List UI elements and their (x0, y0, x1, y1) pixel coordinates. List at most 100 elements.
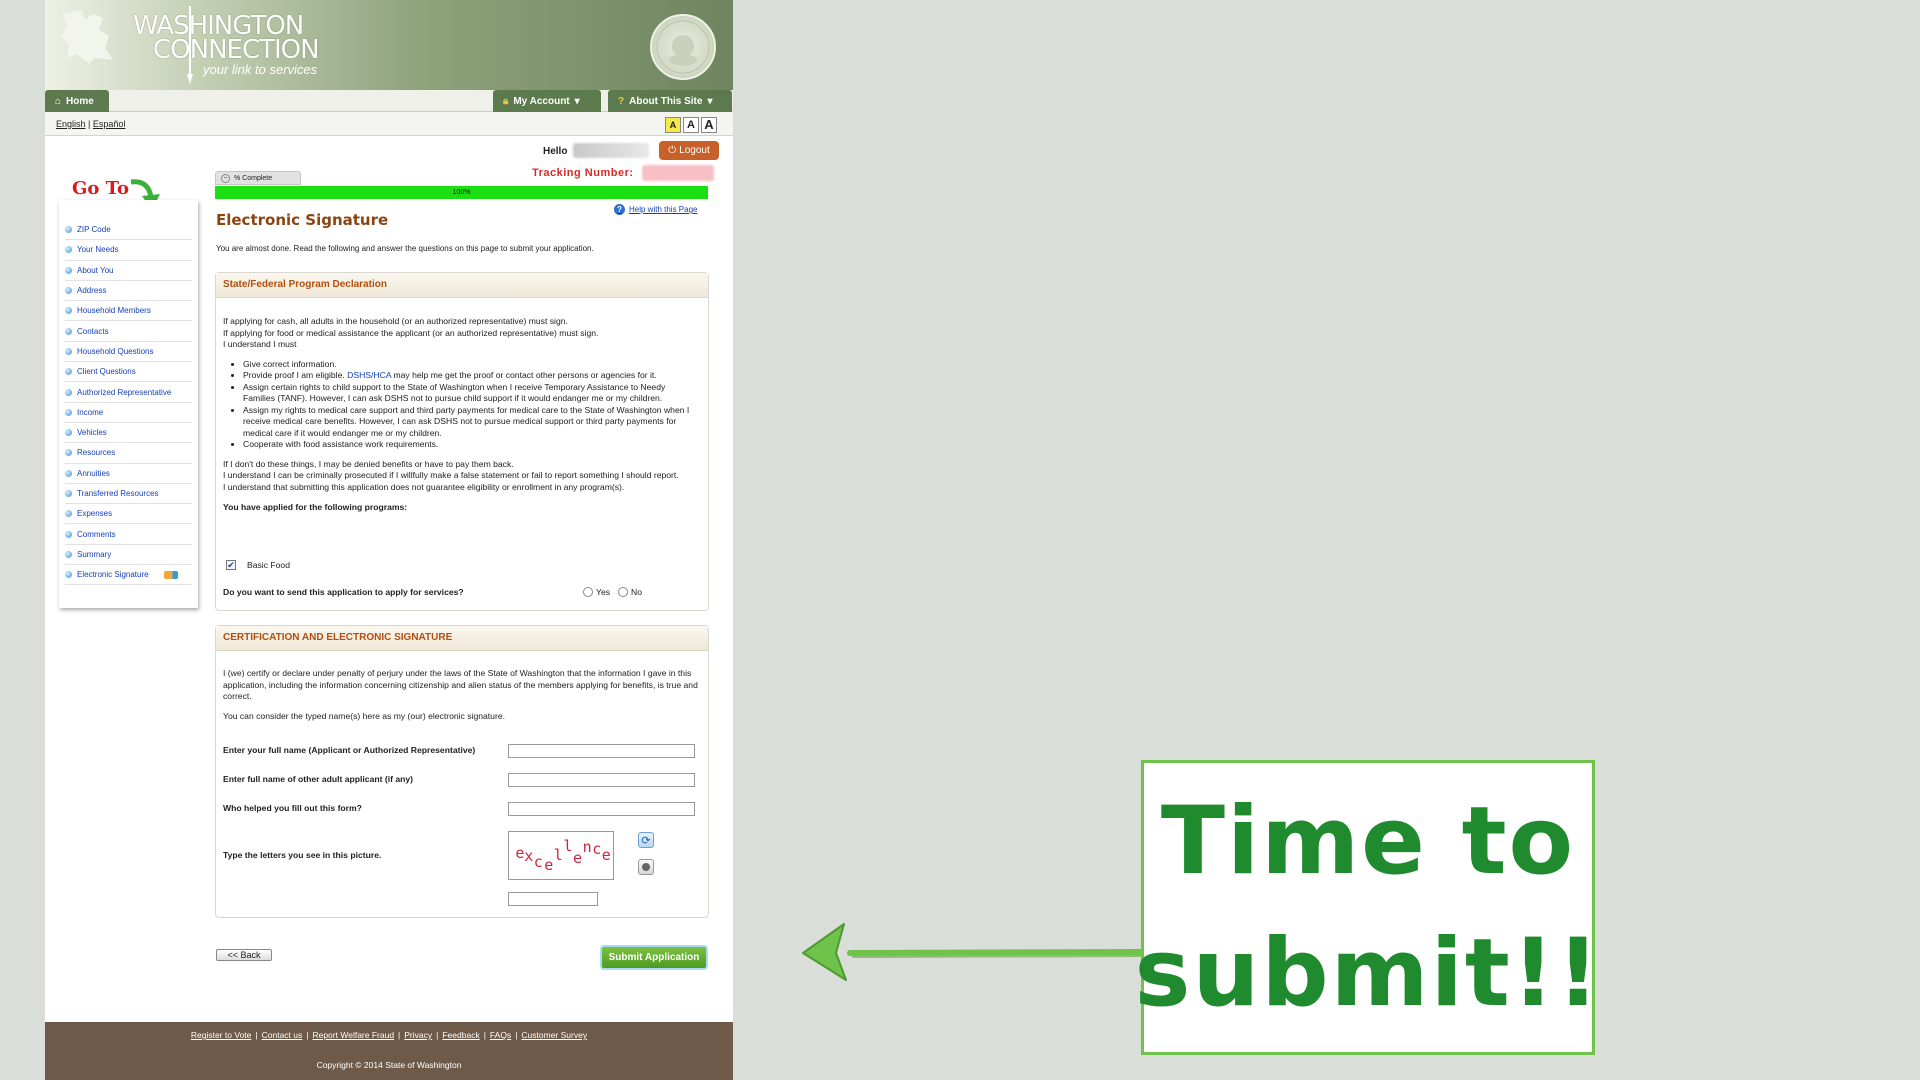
captcha-label: Type the letters you see in this picture… (223, 850, 382, 860)
sidebar-item-label: Client Questions (77, 367, 136, 377)
callout-line-1: Time to (1160, 786, 1576, 896)
font-size-large-button[interactable]: A (701, 117, 717, 133)
captcha-letter: e (544, 856, 554, 874)
bullet-icon (65, 266, 72, 274)
lang-english-link[interactable]: English (56, 119, 86, 129)
nav-about[interactable]: ? About This Site ▾ (608, 90, 732, 112)
footer-link[interactable]: Report Welfare Fraud (312, 1030, 394, 1040)
pointing-arrow-icon (802, 923, 1145, 981)
radio-no[interactable] (618, 587, 629, 597)
language-links: English | Español (56, 119, 125, 129)
lang-separator: | (88, 119, 91, 129)
progress-bar-fill: 100% (215, 186, 708, 199)
declaration-p1: If applying for cash, all adults in the … (223, 316, 568, 326)
logout-label: Logout (679, 145, 710, 156)
font-size-medium-button[interactable]: A (683, 117, 699, 133)
programs-label: You have applied for the following progr… (223, 502, 408, 512)
sidebar-item[interactable]: Transferred Resources (65, 484, 192, 505)
bullet-icon (65, 388, 72, 396)
sidebar-item[interactable]: Contacts (65, 321, 192, 342)
page-footer: Register to Vote | Contact us | Report Welfa… (45, 1022, 733, 1080)
footer-link[interactable]: FAQs (490, 1030, 511, 1040)
footer-separator: | (398, 1030, 401, 1040)
help-link[interactable]: ? Help with this Page (614, 204, 697, 215)
other-adult-label: Enter full name of other adult applicant… (223, 774, 414, 784)
site-banner: WASHINGTON CONNECTION your link to servi… (45, 0, 733, 90)
captcha-refresh-icon[interactable]: ⟳ (638, 832, 654, 848)
footer-link[interactable]: Contact us (262, 1030, 303, 1040)
bullet-icon (65, 347, 72, 355)
radio-yes[interactable] (583, 587, 593, 597)
footer-link[interactable]: Customer Survey (521, 1030, 587, 1040)
sidebar-item[interactable]: Expenses (65, 504, 192, 525)
submit-application-button[interactable]: Submit Application (600, 945, 708, 970)
bullet-icon (65, 287, 72, 295)
sidebar-item[interactable]: Household Questions (65, 342, 192, 363)
callout-text: Time to submit!! (1135, 776, 1602, 1040)
full-name-input[interactable] (508, 744, 695, 758)
sidebar-item[interactable]: Household Members (65, 301, 192, 322)
sidebar-item-label: Authorized Representative (77, 387, 172, 397)
footer-link[interactable]: Feedback (442, 1030, 479, 1040)
tracking-number-redacted (642, 165, 714, 181)
bullet-icon (65, 408, 72, 416)
sidebar-item[interactable]: About You (65, 261, 192, 281)
lang-espanol-link[interactable]: Español (93, 119, 126, 129)
footer-link[interactable]: Privacy (404, 1030, 432, 1040)
sidebar-item[interactable]: Address (65, 281, 192, 302)
sidebar-item-label: ZIP Code (77, 225, 111, 235)
nav-my-account[interactable]: 🔒︎ My Account ▾ (493, 90, 601, 112)
nav-my-account-label: My Account (513, 95, 570, 107)
bullet-icon (65, 368, 72, 376)
sidebar-item[interactable]: Your Needs (65, 240, 192, 261)
footer-link[interactable]: Register to Vote (191, 1030, 251, 1040)
chevron-down-icon: ▾ (707, 95, 713, 107)
helper-input[interactable] (508, 802, 695, 816)
sidebar-item[interactable]: Summary (65, 545, 192, 566)
sidebar-item[interactable]: Income (65, 403, 192, 423)
copyright: Copyright © 2014 State of Washington (316, 1060, 462, 1070)
declaration-p5: I understand I can be criminally prosecu… (223, 470, 679, 480)
captcha-letter: e (573, 849, 583, 867)
bullet-icon (65, 246, 72, 254)
font-size-small-button[interactable]: A (665, 117, 681, 133)
send-question: Do you want to send this application to … (223, 587, 464, 597)
captcha-letter: n (582, 838, 592, 856)
lock-icon: 🔒︎ (503, 95, 509, 107)
question-icon: ? (618, 95, 625, 107)
sidebar-item[interactable]: Client Questions (65, 362, 192, 383)
sidebar-item[interactable]: Resources (65, 443, 192, 464)
pointing-hand-icon (163, 570, 178, 579)
captcha-audio-icon[interactable] (638, 859, 654, 875)
progress-tab[interactable]: – % Complete (215, 171, 301, 185)
back-button[interactable]: << Back (216, 949, 272, 961)
power-icon: ⏻ (668, 145, 677, 156)
sidebar-item[interactable]: Authorized Representative (65, 382, 192, 403)
nav-about-label: About This Site (629, 95, 703, 107)
greeting: Hello (543, 146, 568, 157)
user-name-redacted (573, 143, 649, 158)
callout-box: Time to submit!! (1135, 760, 1600, 1055)
nav-home[interactable]: ⌂ Home (45, 90, 109, 112)
captcha-letter: l (563, 837, 573, 855)
certification-title: CERTIFICATION AND ELECTRONIC SIGNATURE (216, 626, 708, 651)
callout-line-2: submit!! (1134, 918, 1602, 1028)
sidebar-item[interactable]: Comments (65, 524, 192, 545)
sidebar-item[interactable]: Annuities (65, 464, 192, 484)
captcha-input[interactable] (508, 892, 598, 906)
footer-separator: | (483, 1030, 486, 1040)
basic-food-checkbox[interactable]: ✔ (226, 560, 236, 570)
declaration-p4: If I don't do these things, I may be den… (223, 458, 514, 469)
dshs-hca-link[interactable]: DSHS/HCA (347, 370, 391, 380)
logo-arrow-icon (187, 6, 193, 84)
sidebar-item[interactable]: ZIP Code (65, 220, 192, 241)
footer-separator: | (306, 1030, 309, 1040)
sidebar-item[interactable]: Vehicles (65, 423, 192, 444)
logout-button[interactable]: ⏻ Logout (659, 141, 719, 160)
sidebar-item-label: Expenses (77, 509, 113, 519)
other-adult-input[interactable] (508, 773, 695, 787)
site-logo[interactable]: WASHINGTON CONNECTION (133, 13, 320, 63)
sidebar-item-label: Address (77, 286, 107, 296)
bullet-icon (65, 327, 72, 335)
sidebar-item[interactable]: Electronic Signature (65, 565, 192, 586)
